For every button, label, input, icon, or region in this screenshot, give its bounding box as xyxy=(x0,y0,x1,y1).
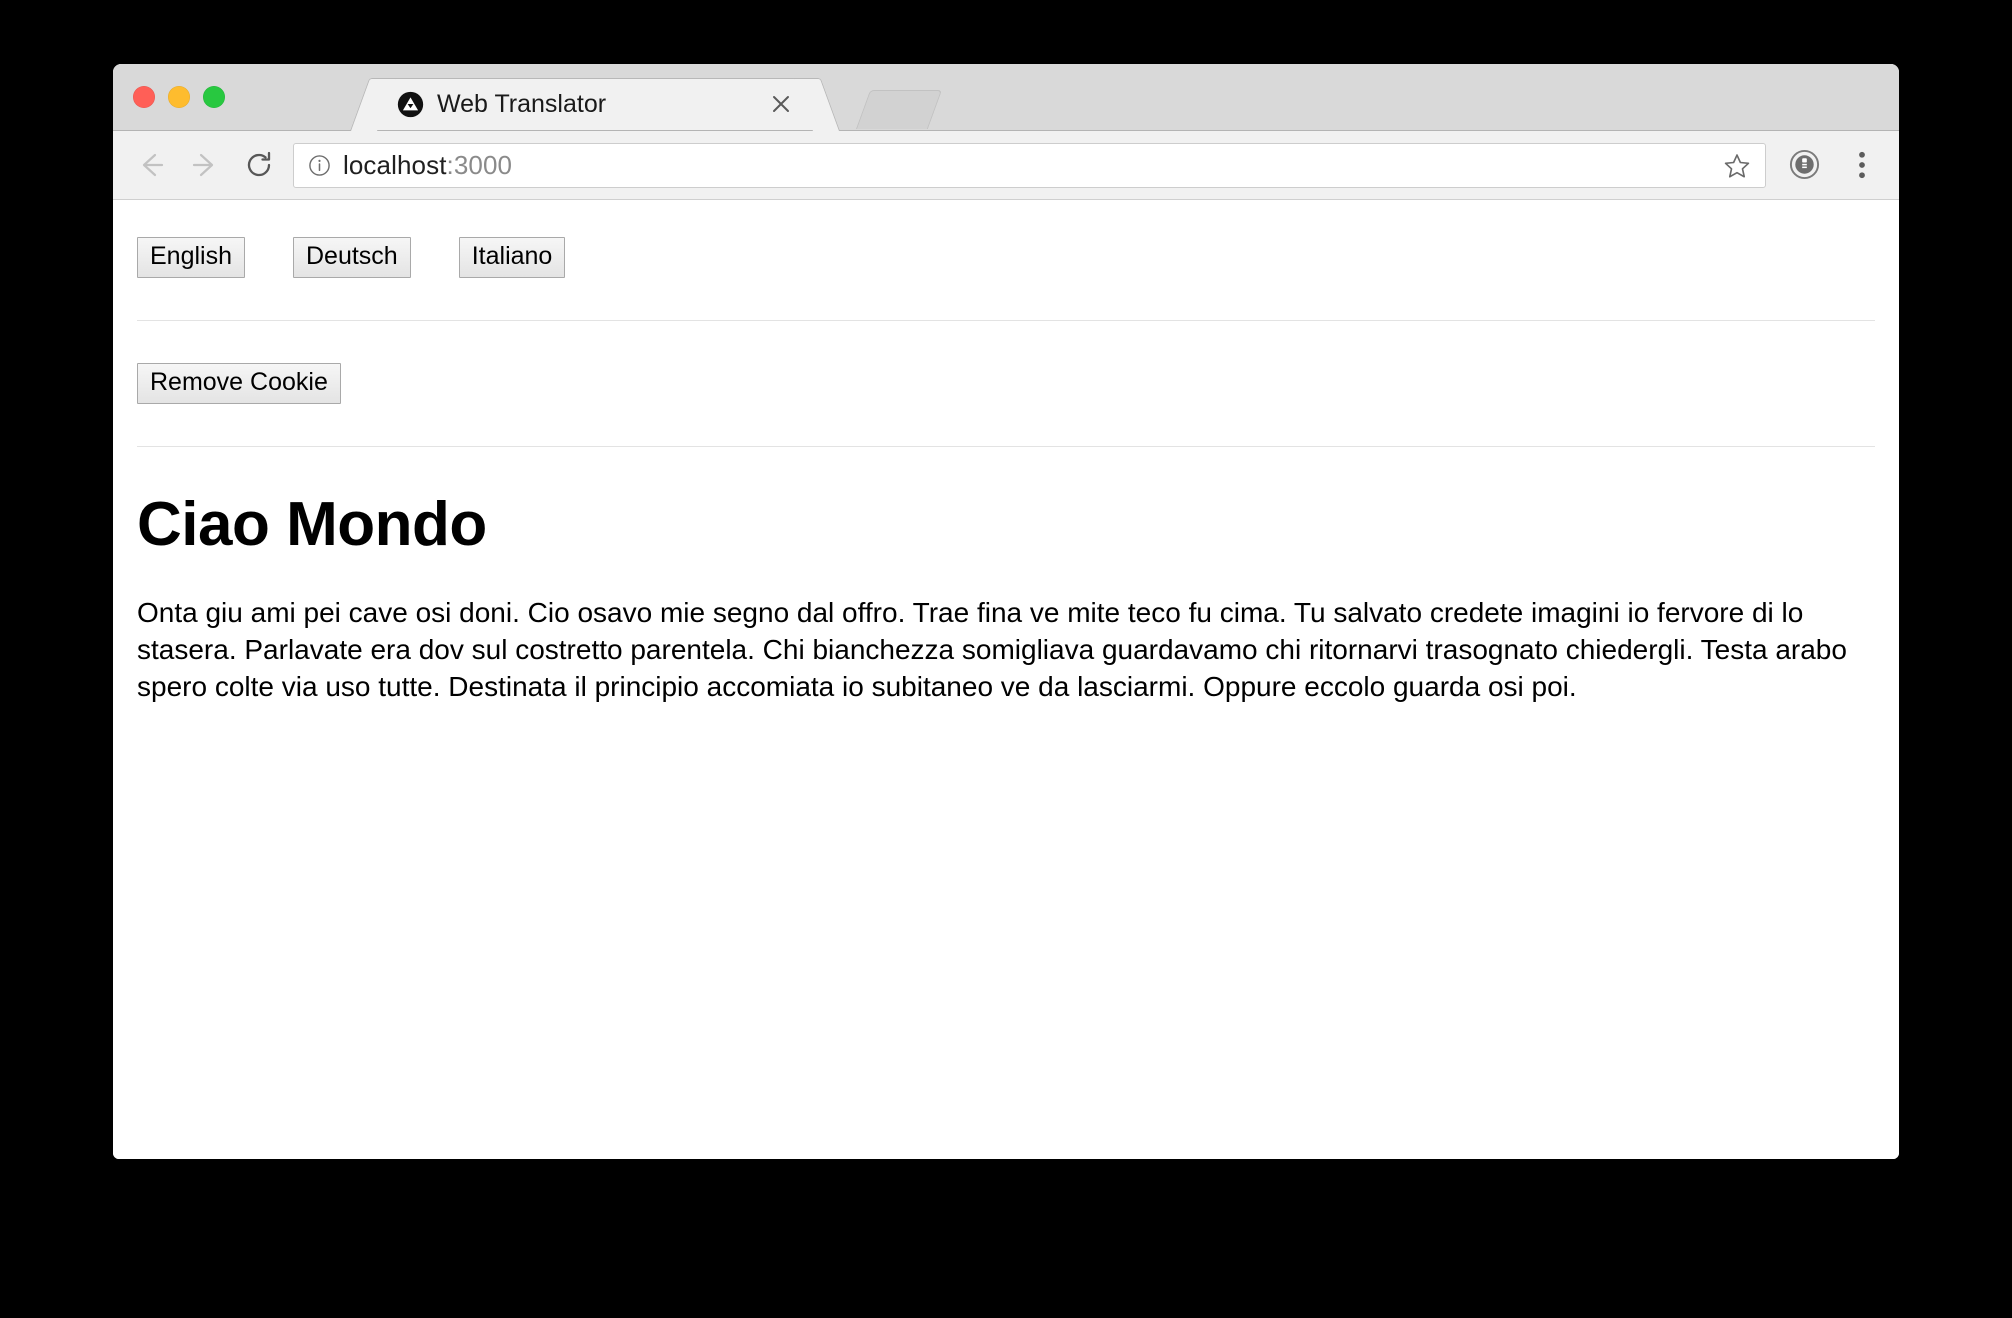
page-content: English Deutsch Italiano Remove Cookie C… xyxy=(113,200,1899,725)
language-button-row: English Deutsch Italiano xyxy=(137,237,1875,278)
password-manager-icon[interactable] xyxy=(1788,148,1821,181)
tab-top-border xyxy=(375,78,815,79)
close-icon[interactable] xyxy=(769,92,793,116)
star-icon[interactable] xyxy=(1723,152,1751,180)
arrow-right-icon[interactable] xyxy=(185,145,225,185)
language-button-deutsch[interactable]: Deutsch xyxy=(293,237,411,278)
triangle-circle-icon xyxy=(397,91,424,118)
browser-window: Web Translator xyxy=(113,64,1899,1159)
three-dot-menu-icon[interactable] xyxy=(1847,147,1877,183)
language-button-english[interactable]: English xyxy=(137,237,245,278)
address-bar[interactable]: localhost:3000 xyxy=(293,143,1766,188)
arrow-left-icon[interactable] xyxy=(131,145,171,185)
language-button-italiano[interactable]: Italiano xyxy=(459,237,566,278)
tab-web-translator[interactable]: Web Translator xyxy=(375,78,815,130)
browser-toolbar: localhost:3000 xyxy=(113,131,1899,200)
page-viewport: English Deutsch Italiano Remove Cookie C… xyxy=(113,200,1899,1159)
window-controls xyxy=(133,86,225,108)
reload-icon[interactable] xyxy=(239,145,279,185)
divider-bottom xyxy=(137,446,1875,447)
minimize-window-button[interactable] xyxy=(168,86,190,108)
url-port: :3000 xyxy=(447,150,513,180)
cookie-button-row: Remove Cookie xyxy=(137,363,1875,404)
page-title: Ciao Mondo xyxy=(137,489,1875,560)
tab-title: Web Translator xyxy=(437,90,606,119)
maximize-window-button[interactable] xyxy=(203,86,225,108)
new-tab-button[interactable] xyxy=(856,90,942,129)
divider-top xyxy=(137,320,1875,321)
info-circle-icon[interactable] xyxy=(308,154,331,177)
page-paragraph: Onta giu ami pei cave osi doni. Cio osav… xyxy=(137,594,1849,705)
address-bar-text: localhost:3000 xyxy=(343,150,1723,181)
close-window-button[interactable] xyxy=(133,86,155,108)
tab-strip: Web Translator xyxy=(113,64,1899,131)
url-host: localhost xyxy=(343,150,447,180)
remove-cookie-button[interactable]: Remove Cookie xyxy=(137,363,341,404)
